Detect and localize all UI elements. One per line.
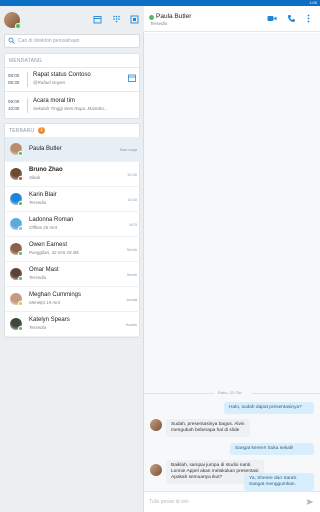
presence-dot <box>18 326 23 331</box>
contact-name: Katelyn Spears <box>29 317 70 323</box>
contact-row[interactable]: Meghan Cummings Menelpt 19 mnt Jumat <box>5 287 141 312</box>
meeting-item[interactable]: 09:00 10:00 Acara moral tim Sekolah Ting… <box>5 95 141 115</box>
contact-name: Karin Blair <box>29 192 57 198</box>
meeting-location: @Rafael Guyen <box>33 80 66 85</box>
meeting-timeline <box>27 98 28 113</box>
contact-time: Senin <box>126 272 137 277</box>
contact-time: Baru saja <box>120 147 137 152</box>
conversation-contact-name[interactable]: Paula Butler <box>156 13 191 20</box>
message-incoming[interactable]: Sudah, presentasinya bagus. Alvin mengub… <box>166 419 250 437</box>
search-input[interactable]: Cari di direktori perusahaan <box>4 34 140 48</box>
message-outgoing[interactable]: Sangat keren!! Suka sekali! <box>230 443 314 455</box>
contact-status: Menelpt 19 mnt <box>29 300 61 305</box>
presence-dot <box>18 301 23 306</box>
phone-call-icon[interactable] <box>287 14 296 23</box>
contact-name: Omar Mast <box>29 267 59 273</box>
presence-dot <box>18 226 23 231</box>
my-presence-dot <box>15 23 21 29</box>
contact-name: Meghan Cummings <box>29 292 82 298</box>
my-avatar[interactable] <box>4 12 21 29</box>
presence-dot <box>18 251 23 256</box>
message-area[interactable]: Rabu, 23 Okt Halo, sudah dapat presentas… <box>144 33 320 491</box>
contact-time: Senin <box>126 247 137 252</box>
left-top-bar <box>0 6 144 32</box>
contact-status: Tersedia <box>29 200 47 205</box>
more-options-icon[interactable] <box>304 14 313 23</box>
contact-status: Offline 25 mnt <box>29 225 58 230</box>
contact-status: Tersedia <box>29 325 47 330</box>
contact-name: Ladonna Roman <box>29 217 74 223</box>
date-divider-text: Rabu, 23 Okt <box>218 390 242 395</box>
meeting-timeline <box>27 72 28 87</box>
presence-dot <box>18 151 23 156</box>
divider <box>5 91 141 92</box>
divider-line <box>252 393 320 394</box>
contact-row[interactable]: Bruno Zhao Sibuk 12:30 <box>5 162 141 187</box>
search-placeholder: Cari di direktori perusahaan <box>18 38 80 44</box>
contact-time: 11:00 <box>127 197 137 202</box>
meeting-title: Rapat status Contoso <box>33 72 91 78</box>
contact-time: 9/23 <box>129 222 137 227</box>
meeting-start: 08:00 <box>8 73 20 78</box>
message-outgoing[interactable]: Halo, sudah dapat presentasinya? <box>224 402 314 414</box>
contact-status: Panggilan, 32 mnt 18 dtk <box>29 250 79 255</box>
presence-dot <box>149 15 154 20</box>
recent-card: TERBARU 1 Paula Butler Baru saja Bruno Zha… <box>4 123 141 338</box>
contact-row[interactable]: Omar Mast Tersedia Senin <box>5 262 141 287</box>
meeting-end: 10:00 <box>8 106 20 111</box>
contacts-icon[interactable] <box>130 15 139 24</box>
contact-status: Tersedia <box>29 275 47 280</box>
left-pane: Cari di direktori perusahaan MENDATANG 0… <box>0 6 144 512</box>
conversation-contact-status: Tersedia <box>150 21 168 26</box>
contact-row[interactable]: Owen Earnest Panggilan, 32 mnt 18 dtk Seni… <box>5 237 141 262</box>
search-icon <box>8 37 15 46</box>
divider <box>5 67 141 68</box>
contact-status: Sibuk <box>29 175 41 180</box>
contact-row[interactable]: Paula Butler Baru saja <box>5 137 141 162</box>
composer-placeholder: Tulis pesan di sini <box>149 499 189 505</box>
conversation-header: Paula Butler Tersedia <box>144 6 320 32</box>
sender-avatar <box>150 419 162 431</box>
contact-name: Owen Earnest <box>29 242 68 248</box>
presence-dot <box>18 176 23 181</box>
presence-dot <box>18 201 23 206</box>
meeting-end: 08:30 <box>8 80 20 85</box>
divider-line <box>144 393 214 394</box>
sender-avatar <box>150 464 162 476</box>
contact-row[interactable]: Karin Blair Tersedia 11:00 <box>5 187 141 212</box>
contact-time: Jumat <box>126 297 137 302</box>
dialpad-icon[interactable] <box>112 15 121 24</box>
contact-time: 12:30 <box>126 172 137 177</box>
video-call-icon[interactable] <box>267 14 277 23</box>
conversation-pane: Paula Butler Tersedia Rabu, 23 Okt Halo,… <box>144 6 320 512</box>
unread-badge: 1 <box>38 127 45 134</box>
calendar-icon[interactable] <box>93 15 102 24</box>
contact-name: Bruno Zhao <box>29 167 63 173</box>
meeting-start: 09:00 <box>8 99 20 104</box>
date-divider: Rabu, 23 Okt <box>144 389 320 397</box>
send-icon[interactable] <box>306 498 314 508</box>
upcoming-card: MENDATANG 08:00 08:30 Rapat status Conto… <box>4 53 141 119</box>
presence-dot <box>18 276 23 281</box>
contact-row[interactable]: Ladonna Roman Offline 25 mnt 9/23 <box>5 212 141 237</box>
contact-name: Paula Butler <box>29 146 62 152</box>
message-composer[interactable]: Tulis pesan di sini <box>144 491 320 512</box>
upcoming-title: MENDATANG <box>9 58 43 64</box>
contact-time: Kamis <box>125 322 137 327</box>
contact-row[interactable]: Katelyn Spears Tersedia Kamis <box>5 312 141 337</box>
meeting-location: Sekolah Tinggi Seni Rupa, Marietta... <box>33 106 108 111</box>
join-meeting-icon[interactable] <box>128 74 136 82</box>
meeting-title: Acara moral tim <box>33 98 76 104</box>
message-outgoing[interactable]: Ya, Sheree dan Sarah. Sangat menggumkan. <box>244 473 314 491</box>
recent-title: TERBARU <box>9 128 35 134</box>
meeting-item[interactable]: 08:00 08:30 Rapat status Contoso @Rafael… <box>5 69 141 89</box>
